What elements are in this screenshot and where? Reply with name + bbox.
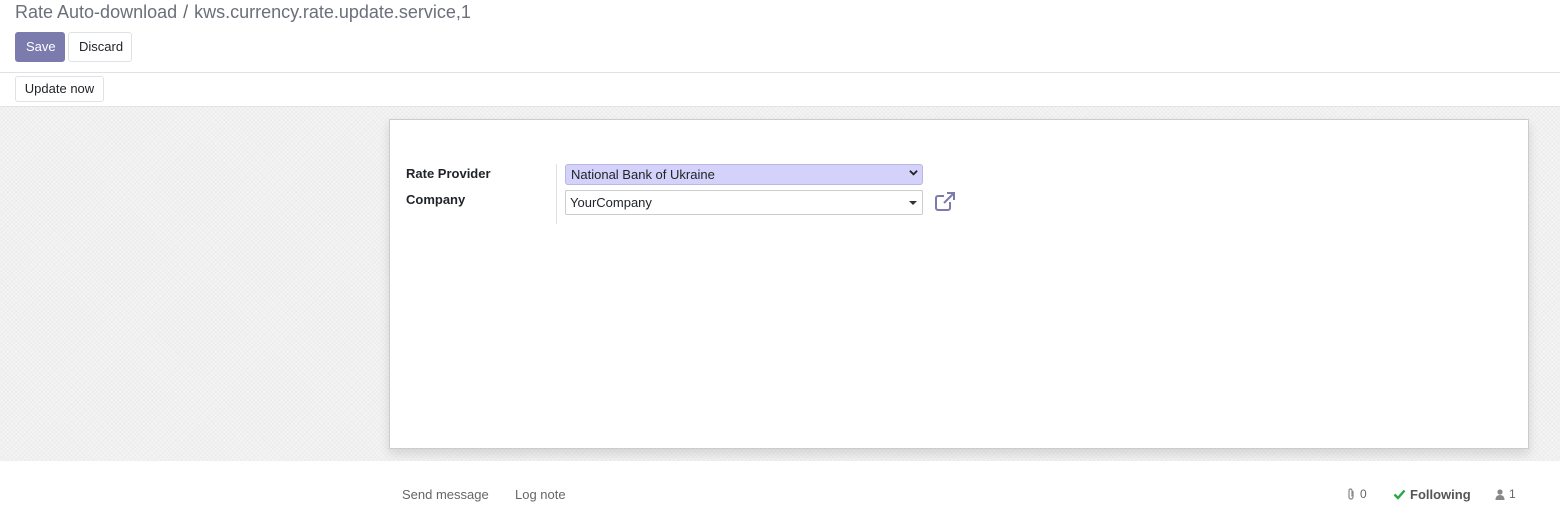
- chevron-down-icon: [909, 170, 918, 176]
- following-label: Following: [1410, 487, 1471, 502]
- log-note-button[interactable]: Log note: [515, 487, 566, 502]
- caret-down-icon[interactable]: [909, 201, 917, 205]
- followers-count: 1: [1509, 487, 1516, 501]
- rate-provider-select[interactable]: National Bank of Ukraine: [565, 164, 923, 185]
- company-label: Company: [406, 192, 466, 207]
- update-now-button[interactable]: Update now: [15, 76, 104, 102]
- chatter: Send message Log note 0 Following 1: [0, 461, 1560, 529]
- paperclip-icon: [1348, 488, 1354, 500]
- breadcrumb: Rate Auto-download / kws.currency.rate.upd…: [15, 1, 471, 23]
- discard-button[interactable]: Discard: [68, 32, 132, 62]
- field-divider: [556, 164, 557, 224]
- breadcrumb-current: kws.currency.rate.update.service,1: [194, 2, 471, 22]
- rate-provider-label: Rate Provider: [406, 166, 491, 181]
- rate-provider-value: National Bank of Ukraine: [571, 167, 715, 182]
- check-icon: [1393, 489, 1406, 500]
- form-sheet: Rate Provider Company National Bank of U…: [389, 119, 1529, 449]
- attachments-button[interactable]: 0: [1347, 487, 1367, 501]
- user-icon: [1495, 488, 1505, 500]
- followers-button[interactable]: 1: [1495, 487, 1516, 501]
- following-button[interactable]: Following: [1393, 487, 1471, 502]
- form-header: Update now: [0, 73, 1560, 107]
- company-value: YourCompany: [570, 195, 652, 210]
- external-link-icon[interactable]: [934, 192, 956, 212]
- form-view: Rate Provider Company National Bank of U…: [0, 107, 1560, 461]
- breadcrumb-separator: /: [183, 2, 189, 22]
- company-field[interactable]: YourCompany: [565, 190, 923, 215]
- control-panel: Rate Auto-download / kws.currency.rate.upd…: [0, 0, 1560, 73]
- breadcrumb-parent-link[interactable]: Rate Auto-download: [15, 2, 177, 22]
- send-message-button[interactable]: Send message: [402, 487, 489, 502]
- save-button[interactable]: Save: [15, 32, 65, 62]
- attachments-count: 0: [1360, 487, 1367, 501]
